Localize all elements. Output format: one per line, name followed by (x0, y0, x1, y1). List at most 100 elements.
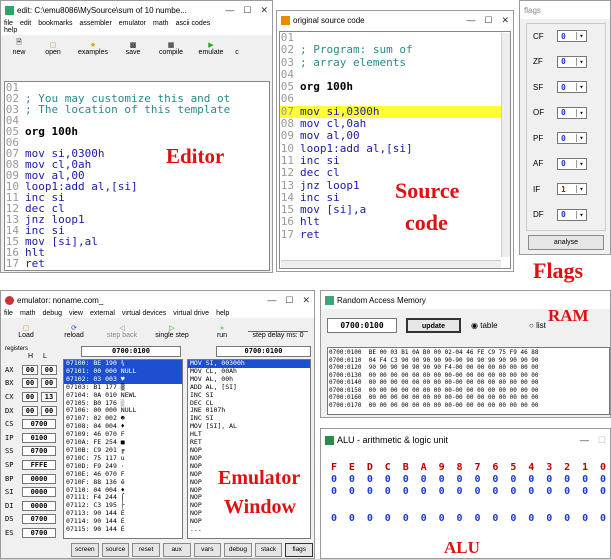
ram-table[interactable]: 0700:0100 BE 00 03 B1 0A B0 00 02-04 46 … (327, 347, 610, 415)
register-value[interactable]: 0700 (22, 446, 56, 457)
code-line[interactable]: 06 (280, 93, 510, 106)
menu-file[interactable]: file (4, 310, 13, 317)
editor-code-area[interactable]: 01 02; You may customize this and ot 03; T… (4, 81, 270, 271)
compile-button[interactable]: ▦ compile (152, 41, 190, 56)
emulator-debug-button[interactable]: debug (224, 543, 252, 557)
menu-emulator[interactable]: emulator (119, 20, 146, 27)
code-line[interactable]: 03; The location of this template (5, 104, 269, 115)
code-line[interactable]: 17 ret (5, 258, 269, 269)
emulator-screen-button[interactable]: screen (71, 543, 99, 557)
examples-button[interactable]: ★ examples (72, 41, 114, 56)
memory-address-2[interactable]: 0700:0100 (216, 346, 311, 357)
close-icon[interactable]: ✕ (260, 5, 268, 16)
list-radio[interactable]: ○ list (529, 321, 546, 330)
register-low[interactable]: 00 (41, 378, 57, 389)
code-line[interactable]: 05 org 100h (5, 126, 269, 137)
close-icon[interactable]: ✕ (302, 295, 310, 306)
flag-value-select[interactable]: 0 ▾ (557, 55, 587, 68)
delay-slider[interactable] (248, 324, 308, 332)
menu-file[interactable]: file (4, 20, 13, 27)
emulator-source-button[interactable]: source (101, 543, 130, 557)
emulator-aux-button[interactable]: aux (162, 543, 191, 557)
close-icon[interactable]: ✕ (501, 15, 509, 26)
source-scrollbar[interactable] (501, 33, 510, 257)
analyse-button[interactable]: analyse (528, 235, 604, 250)
disassembly-row[interactable]: NOP (188, 446, 310, 455)
register-value[interactable]: 0700 (22, 527, 56, 538)
register-value[interactable]: 0000 (22, 487, 56, 498)
flag-value-select[interactable]: 0 ▾ (557, 132, 587, 144)
disassembly-row[interactable]: RET (188, 438, 310, 447)
new-button[interactable]: 🗎 new (4, 38, 34, 56)
register-value[interactable]: 0100 (22, 432, 56, 443)
table-radio[interactable]: ◉ table (471, 321, 498, 330)
register-low[interactable]: 00 (41, 364, 57, 375)
disassembly-row[interactable]: ... (188, 525, 310, 534)
register-low[interactable]: 13 (41, 391, 57, 402)
menu-virtual-devices[interactable]: virtual devices (122, 310, 166, 317)
flag-value-select[interactable]: 0 ▾ (557, 106, 587, 119)
step-back-button[interactable]: ◁ step back (100, 324, 144, 339)
menu-bookmarks[interactable]: bookmarks (38, 20, 72, 27)
menu-external[interactable]: external (90, 310, 115, 317)
emulator-stack-button[interactable]: stack (254, 543, 283, 557)
maximize-icon[interactable]: ☐ (598, 435, 606, 446)
register-value[interactable]: 0000 (22, 473, 56, 484)
disassembly-row[interactable]: NOP (188, 517, 310, 526)
code-line[interactable]: 03; array elements (280, 56, 510, 69)
code-line[interactable]: 09 mov al,00 (280, 130, 510, 143)
menu-edit[interactable]: edit (20, 20, 31, 27)
menu-virtual-drive[interactable]: virtual drive (173, 310, 209, 317)
load-button[interactable]: ▢ Load (4, 324, 48, 339)
step-delay-control[interactable]: step delay ms: 0 (248, 324, 308, 339)
register-value[interactable]: 0700 (22, 514, 56, 525)
reload-button[interactable]: ⟳ reload (52, 324, 96, 339)
ram-address-input[interactable]: 0700:0100 (327, 318, 397, 333)
minimize-icon[interactable]: — (466, 15, 475, 26)
maximize-icon[interactable]: ☐ (285, 295, 293, 306)
menu-view[interactable]: view (69, 310, 83, 317)
maximize-icon[interactable]: ☐ (484, 15, 492, 26)
menu-help[interactable]: help (216, 310, 229, 317)
flag-value-select[interactable]: 0 ▾ (557, 81, 587, 93)
update-button[interactable]: update (406, 318, 461, 333)
single-step-button[interactable]: ▷ single step (148, 324, 196, 339)
register-low[interactable]: 00 (41, 405, 57, 416)
open-button[interactable]: ▢ open (38, 41, 68, 56)
register-high[interactable]: 00 (22, 405, 38, 416)
flag-value-select[interactable]: 1 ▾ (557, 183, 587, 195)
menu-ascii-codes[interactable]: ascii codes (176, 20, 211, 27)
emulator-vars-button[interactable]: vars (193, 543, 222, 557)
code-line[interactable]: 05 org 100h (280, 80, 510, 93)
minimize-icon[interactable]: — (267, 295, 276, 306)
code-line[interactable]: 02 ; Program: sum of (280, 43, 510, 56)
register-value[interactable]: FFFE (22, 459, 56, 470)
memory-address-1[interactable]: 0700:0100 (81, 346, 181, 357)
flag-value-select[interactable]: 0 ▾ (557, 208, 587, 221)
run-button[interactable]: » run (200, 325, 244, 339)
minimize-icon[interactable]: — (225, 5, 234, 16)
menu-math[interactable]: math (20, 310, 36, 317)
register-value[interactable]: 0700 (22, 419, 56, 430)
emulator-flags-button[interactable]: flags (285, 543, 313, 557)
disassembly-row[interactable]: HLT (188, 430, 310, 439)
source-hscrollbar[interactable] (281, 260, 501, 268)
menu-debug[interactable]: debug (43, 310, 62, 317)
memory-list[interactable]: 07100: BE 190 ¾ 07101: 00 000 NULL 07102: … (63, 359, 183, 539)
save-button[interactable]: ▩ save (118, 41, 148, 56)
code-line[interactable]: 16 hlt (280, 216, 510, 229)
register-high[interactable]: 00 (22, 364, 38, 375)
flag-value-select[interactable]: 0 ▾ (557, 157, 587, 170)
memory-row[interactable]: 07115: 90 144 É (64, 525, 182, 534)
menu-math[interactable]: math (153, 20, 169, 27)
menu-help[interactable]: help (4, 27, 17, 34)
maximize-icon[interactable]: ☐ (243, 5, 251, 16)
emulator-reset-button[interactable]: reset (132, 543, 160, 557)
disassembly-row[interactable]: MOV [SI], AL (188, 422, 310, 431)
emulate-button[interactable]: ▶ emulate (194, 41, 228, 56)
register-value[interactable]: 0000 (22, 500, 56, 511)
calculator-button[interactable]: c (232, 42, 242, 56)
minimize-icon[interactable]: — (580, 435, 589, 446)
register-high[interactable]: 00 (22, 391, 38, 402)
disassembly-row[interactable]: NOP (188, 454, 310, 463)
